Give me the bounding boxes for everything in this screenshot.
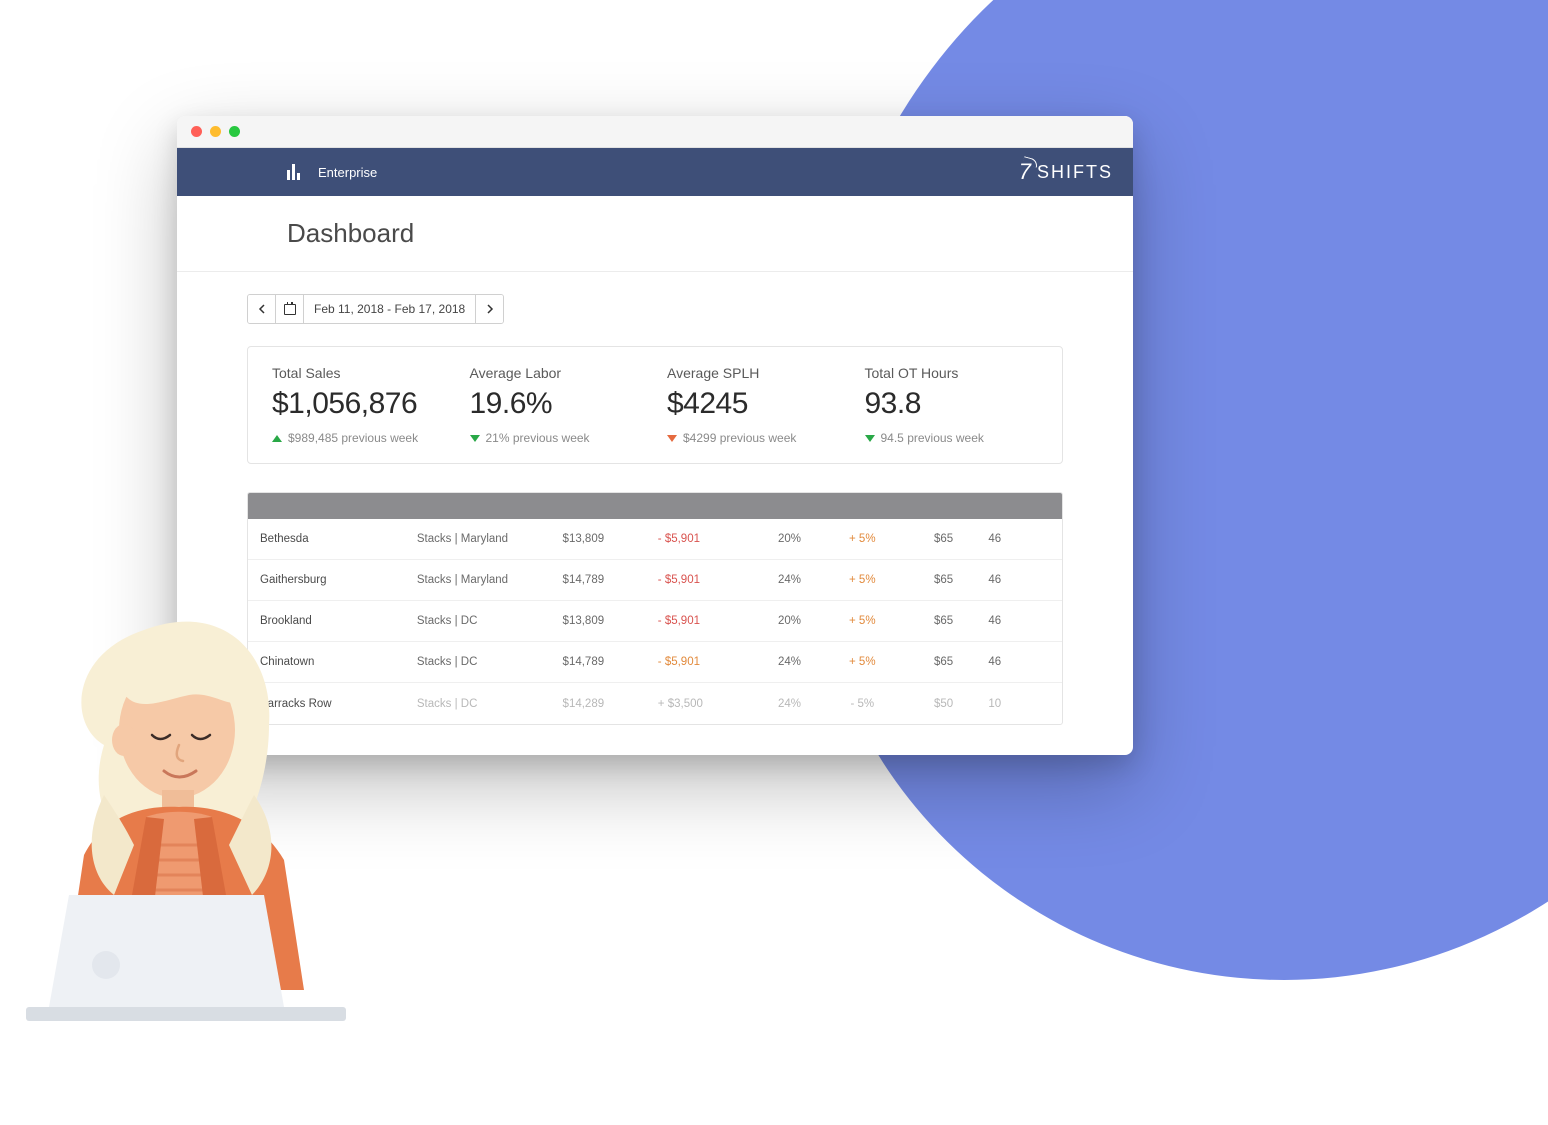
metric-label: Total Sales xyxy=(272,365,446,381)
app-header: Enterprise 7 SHIFTS xyxy=(177,148,1133,196)
cell-labor-delta: - 5% xyxy=(826,698,899,710)
metric-average-labor: Average Labor 19.6% 21% previous week xyxy=(458,365,656,445)
cell-ot: 46 xyxy=(988,574,1050,586)
cell-group: Stacks | Maryland xyxy=(417,533,563,545)
metric-prev-text: 21% previous week xyxy=(486,431,590,445)
date-next-button[interactable] xyxy=(475,295,503,323)
trend-down-icon xyxy=(470,435,480,442)
date-range-text[interactable]: Feb 11, 2018 - Feb 17, 2018 xyxy=(304,295,475,323)
cell-location: Gaithersburg xyxy=(260,574,417,586)
table-header-bar xyxy=(248,493,1062,519)
date-prev-button[interactable] xyxy=(248,295,276,323)
cell-group: Stacks | DC xyxy=(417,615,563,627)
cell-ot: 46 xyxy=(988,656,1050,668)
metric-value: 93.8 xyxy=(865,387,1039,421)
brand-text: SHIFTS xyxy=(1037,162,1113,183)
cell-group: Stacks | Maryland xyxy=(417,574,563,586)
cell-sales: $14,289 xyxy=(563,698,658,710)
cell-labor: 20% xyxy=(753,615,826,627)
cell-ot: 10 xyxy=(988,698,1050,710)
cell-location: Bethesda xyxy=(260,533,417,545)
cell-labor-delta: + 5% xyxy=(826,615,899,627)
trend-down-icon xyxy=(667,435,677,442)
window-close-icon[interactable] xyxy=(191,126,202,137)
person-laptop-illustration xyxy=(14,595,374,1035)
metric-label: Total OT Hours xyxy=(865,365,1039,381)
metric-prev: $4299 previous week xyxy=(667,431,841,445)
header-left: Enterprise xyxy=(287,164,377,180)
brand-logo[interactable]: 7 SHIFTS xyxy=(1019,159,1113,185)
metric-prev: 21% previous week xyxy=(470,431,644,445)
brand-mark-icon: 7 xyxy=(1019,159,1033,185)
page-title-row: Dashboard xyxy=(177,196,1133,272)
cell-labor: 20% xyxy=(753,533,826,545)
metric-prev: 94.5 previous week xyxy=(865,431,1039,445)
cell-labor-delta: + 5% xyxy=(826,533,899,545)
cell-sales-delta: - $5,901 xyxy=(658,615,753,627)
metric-total-ot: Total OT Hours 93.8 94.5 previous week xyxy=(853,365,1051,445)
trend-down-icon xyxy=(865,435,875,442)
trend-up-icon xyxy=(272,435,282,442)
cell-splh: $65 xyxy=(899,656,989,668)
metric-average-splh: Average SPLH $4245 $4299 previous week xyxy=(655,365,853,445)
cell-sales-delta: + $3,500 xyxy=(658,698,753,710)
cell-sales: $14,789 xyxy=(563,574,658,586)
metrics-panel: Total Sales $1,056,876 $989,485 previous… xyxy=(247,346,1063,464)
calendar-icon xyxy=(284,304,296,315)
cell-sales: $14,789 xyxy=(563,656,658,668)
page-title: Dashboard xyxy=(287,218,1133,249)
cell-group: Stacks | DC xyxy=(417,698,563,710)
window-titlebar xyxy=(177,116,1133,148)
metric-value: $4245 xyxy=(667,387,841,421)
date-calendar-button[interactable] xyxy=(276,295,304,323)
cell-labor: 24% xyxy=(753,698,826,710)
date-range-picker: Feb 11, 2018 - Feb 17, 2018 xyxy=(247,294,504,324)
metric-prev-text: $4299 previous week xyxy=(683,431,796,445)
cell-labor-delta: + 5% xyxy=(826,574,899,586)
nav-enterprise[interactable]: Enterprise xyxy=(318,165,377,180)
metric-prev-text: 94.5 previous week xyxy=(881,431,984,445)
cell-splh: $50 xyxy=(899,698,989,710)
cell-ot: 46 xyxy=(988,533,1050,545)
window-maximize-icon[interactable] xyxy=(229,126,240,137)
cell-ot: 46 xyxy=(988,615,1050,627)
metric-total-sales: Total Sales $1,056,876 $989,485 previous… xyxy=(260,365,458,445)
cell-sales: $13,809 xyxy=(563,533,658,545)
cell-labor: 24% xyxy=(753,656,826,668)
cell-sales: $13,809 xyxy=(563,615,658,627)
cell-splh: $65 xyxy=(899,574,989,586)
cell-splh: $65 xyxy=(899,615,989,627)
table-row[interactable]: BethesdaStacks | Maryland$13,809- $5,901… xyxy=(248,519,1062,560)
cell-sales-delta: - $5,901 xyxy=(658,656,753,668)
window-minimize-icon[interactable] xyxy=(210,126,221,137)
cell-sales-delta: - $5,901 xyxy=(658,533,753,545)
cell-labor: 24% xyxy=(753,574,826,586)
metric-prev: $989,485 previous week xyxy=(272,431,446,445)
metric-prev-text: $989,485 previous week xyxy=(288,431,418,445)
chart-icon xyxy=(287,164,300,180)
cell-sales-delta: - $5,901 xyxy=(658,574,753,586)
cell-splh: $65 xyxy=(899,533,989,545)
cell-labor-delta: + 5% xyxy=(826,656,899,668)
metric-value: $1,056,876 xyxy=(272,387,446,421)
metric-value: 19.6% xyxy=(470,387,644,421)
metric-label: Average Labor xyxy=(470,365,644,381)
cell-group: Stacks | DC xyxy=(417,656,563,668)
metric-label: Average SPLH xyxy=(667,365,841,381)
